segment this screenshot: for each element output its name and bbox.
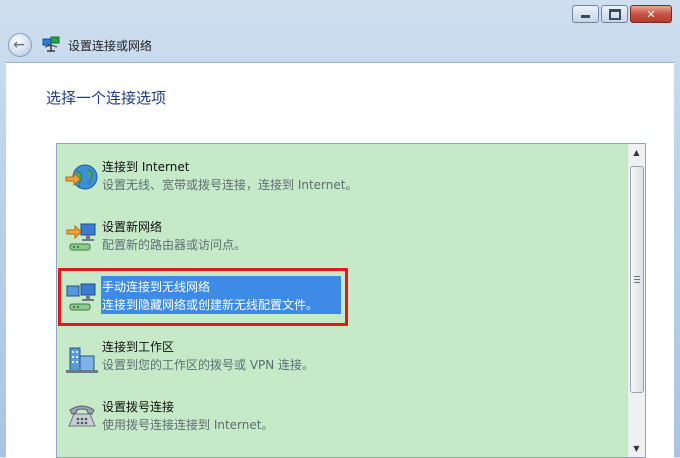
nav-bar: ← 设置连接或网络 [8,30,152,60]
phone-icon [68,405,96,427]
scroll-down-arrow-icon: ▼ [633,444,640,453]
scroll-down-button[interactable]: ▼ [628,440,645,457]
vertical-scrollbar[interactable]: ▲ ▼ [627,144,645,457]
option-description: 配置新的路由器或访问点。 [102,238,247,252]
option-title: 设置新网络 [102,220,163,234]
option-workplace[interactable]: 连接到工作区 设置到您的工作区的拨号或 VPN 连接。 [57,338,627,394]
option-title: 设置拨号连接 [102,400,175,414]
option-description: 使用拨号连接连接到 Internet。 [102,418,274,432]
minimize-icon [581,15,590,18]
option-dialup[interactable]: 设置拨号连接 使用拨号连接连接到 Internet。 [57,398,627,454]
option-title: 连接到 Internet [102,160,190,174]
close-button[interactable]: ✕ [630,5,672,23]
maximize-button[interactable] [601,5,628,23]
back-button[interactable]: ← [8,33,32,57]
globe-connect-icon [65,164,98,190]
scroll-up-button[interactable]: ▲ [628,144,645,161]
option-title: 连接到工作区 [102,340,175,354]
window-title: 设置连接或网络 [68,38,153,53]
grip-icon [634,276,640,283]
network-globe-icon [42,36,60,52]
connection-options-list: 连接到 Internet 设置无线、宽带或拨号连接，连接到 Internet。 … [56,143,646,458]
caption-buttons: ✕ [572,5,672,23]
window-frame: ✕ ← 设置连接或网络 选择一个连接选项 连接到 Internet 设置无线、宽… [0,0,680,458]
network-setup-icon [66,223,96,251]
scroll-up-arrow-icon: ▲ [633,148,640,157]
option-description: 设置无线、宽带或拨号连接，连接到 Internet。 [102,178,358,192]
option-connect-internet[interactable]: 连接到 Internet 设置无线、宽带或拨号连接，连接到 Internet。 [57,158,627,214]
workplace-icon [66,347,98,373]
options-viewport: 连接到 Internet 设置无线、宽带或拨号连接，连接到 Internet。 … [57,144,627,457]
page-heading: 选择一个连接选项 [46,89,167,107]
annotation-highlight-box [58,268,348,326]
maximize-icon [608,8,621,20]
close-icon: ✕ [646,7,656,21]
content-panel: 选择一个连接选项 连接到 Internet 设置无线、宽带或拨号连接，连接到 I… [6,62,674,458]
option-manual-wireless[interactable]: 手动连接到无线网络 连接到隐藏网络或创建新无线配置文件。 [57,268,627,334]
minimize-button[interactable] [572,5,599,23]
back-arrow-icon: ← [13,37,25,53]
scrollbar-thumb[interactable] [630,166,644,393]
option-new-network[interactable]: 设置新网络 配置新的路由器或访问点。 [57,218,627,274]
option-description: 设置到您的工作区的拨号或 VPN 连接。 [102,358,315,372]
